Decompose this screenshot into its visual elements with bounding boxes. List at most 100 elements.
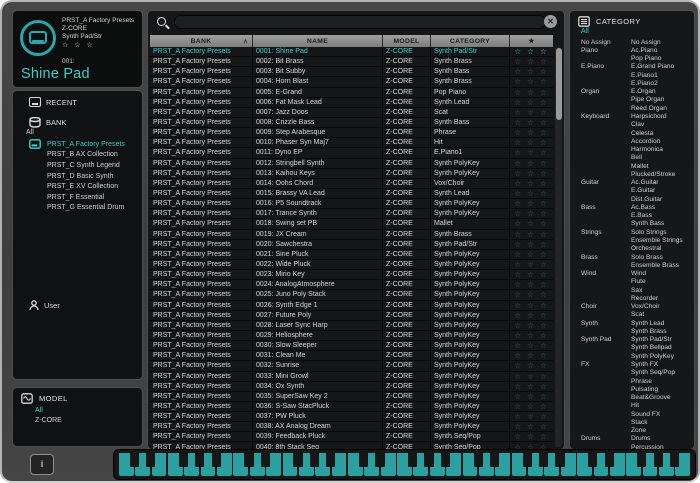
clear-search-button[interactable]: ✕ <box>544 15 557 28</box>
category-row[interactable]: Celesta <box>581 129 690 137</box>
table-row[interactable]: PRST_A Factory Presets0031: Clean MeZ-CO… <box>150 351 553 361</box>
category-row[interactable]: DrumsDrums <box>581 435 690 443</box>
model-item[interactable]: All <box>13 406 142 416</box>
category-row[interactable]: WindWind <box>581 269 690 277</box>
table-row[interactable]: PRST_A Factory Presets0033: Mini GrowlZ-… <box>150 372 553 382</box>
cell-rating-stars[interactable]: ☆ ☆ ☆ <box>510 422 553 431</box>
piano-black-key[interactable] <box>523 453 532 467</box>
category-row[interactable]: Sound FX <box>581 410 690 418</box>
category-row[interactable]: Synth Bass <box>581 220 690 228</box>
cell-rating-stars[interactable]: ☆ ☆ ☆ <box>510 392 553 401</box>
cell-rating-stars[interactable]: ☆ ☆ ☆ <box>510 209 553 218</box>
table-row[interactable]: PRST_A Factory Presets0039: Feedback Plu… <box>150 432 553 442</box>
piano-black-key[interactable] <box>539 453 548 467</box>
column-header-rating[interactable]: ★ <box>510 35 553 47</box>
table-row[interactable]: PRST_A Factory Presets0003: Bit SubbyZ-C… <box>150 67 553 77</box>
cell-rating-stars[interactable]: ☆ ☆ ☆ <box>510 341 553 350</box>
category-row[interactable]: E.Piano2 <box>581 79 690 87</box>
piano-black-key[interactable] <box>326 453 335 467</box>
table-row[interactable]: PRST_A Factory Presets0014: Oohs ChordZ-… <box>150 179 553 189</box>
piano-black-key[interactable] <box>555 453 564 467</box>
cell-rating-stars[interactable]: ☆ ☆ ☆ <box>510 372 553 381</box>
category-row[interactable]: E.PianoE.Grand Piano <box>581 63 690 71</box>
recent-node[interactable]: RECENT <box>29 97 77 107</box>
piano-black-key[interactable] <box>588 453 597 467</box>
bank-node[interactable]: BANK <box>29 117 66 128</box>
category-row[interactable]: Phrase <box>581 377 690 385</box>
piano-black-key[interactable] <box>654 453 663 467</box>
cell-rating-stars[interactable]: ☆ ☆ ☆ <box>510 260 553 269</box>
table-row[interactable]: PRST_A Factory Presets0032: SunriseZ-COR… <box>150 361 553 371</box>
table-row[interactable]: PRST_A Factory Presets0028: Laser Sync H… <box>150 321 553 331</box>
category-row[interactable]: Synth PolyKey <box>581 352 690 360</box>
display-rating-stars[interactable]: ☆ ☆ ☆ <box>62 42 134 50</box>
bank-tree-item[interactable]: PRST_C Synth Legend <box>13 160 142 171</box>
category-row[interactable]: KeyboardHarpsichord <box>581 112 690 120</box>
category-row[interactable]: PianoAc.Piano <box>581 46 690 54</box>
piano-black-key[interactable] <box>637 453 646 467</box>
cell-rating-stars[interactable]: ☆ ☆ ☆ <box>510 280 553 289</box>
piano-black-key[interactable] <box>441 453 450 467</box>
table-row[interactable]: PRST_A Factory Presets0008: Crizzle Bass… <box>150 118 553 128</box>
piano-black-key[interactable] <box>424 453 433 467</box>
piano-black-key[interactable] <box>670 453 679 467</box>
piano-black-key[interactable] <box>244 453 253 467</box>
table-row[interactable]: PRST_A Factory Presets0026: Synth Edge 1… <box>150 301 553 311</box>
category-row[interactable]: Scat <box>581 311 690 319</box>
piano-black-key[interactable] <box>359 453 368 467</box>
category-row[interactable]: Sax <box>581 286 690 294</box>
cell-rating-stars[interactable]: ☆ ☆ ☆ <box>510 189 553 198</box>
cell-rating-stars[interactable]: ☆ ☆ ☆ <box>510 301 553 310</box>
cell-rating-stars[interactable]: ☆ ☆ ☆ <box>510 199 553 208</box>
category-row[interactable]: No AssignNo Assign <box>581 38 690 46</box>
table-row[interactable]: PRST_A Factory Presets0016: P5 Soundtrac… <box>150 199 553 209</box>
category-row[interactable]: BassAc.Bass <box>581 203 690 211</box>
piano-black-key[interactable] <box>179 453 188 467</box>
table-row[interactable]: PRST_A Factory Presets0007: Jazz DoosZ-C… <box>150 108 553 118</box>
table-row[interactable]: PRST_A Factory Presets0020: SawchestraZ-… <box>150 240 553 250</box>
table-row[interactable]: PRST_A Factory Presets0002: Bit BrassZ-C… <box>150 57 553 67</box>
table-row[interactable]: PRST_A Factory Presets0029: HeliosphereZ… <box>150 331 553 341</box>
info-button[interactable]: i <box>30 454 54 475</box>
category-row[interactable]: BrassSolo Brass <box>581 253 690 261</box>
cell-rating-stars[interactable]: ☆ ☆ ☆ <box>510 290 553 299</box>
column-header-model[interactable]: MODEL <box>383 35 431 47</box>
category-row[interactable]: Bell <box>581 154 690 162</box>
cell-rating-stars[interactable]: ☆ ☆ ☆ <box>510 138 553 147</box>
table-row[interactable]: PRST_A Factory Presets0010: Phaser Syn M… <box>150 138 553 148</box>
table-row[interactable]: PRST_A Factory Presets0030: Slow Sleeper… <box>150 341 553 351</box>
table-row[interactable]: PRST_A Factory Presets0023: Mirio KeyZ-C… <box>150 270 553 280</box>
cell-rating-stars[interactable]: ☆ ☆ ☆ <box>510 382 553 391</box>
bank-tree-item[interactable]: PRST_E XV Collection <box>13 181 142 192</box>
category-row[interactable]: Synth Seq/Pop <box>581 369 690 377</box>
cell-rating-stars[interactable]: ☆ ☆ ☆ <box>510 270 553 279</box>
cell-rating-stars[interactable]: ☆ ☆ ☆ <box>510 250 553 259</box>
table-row[interactable]: PRST_A Factory Presets0018: Swing set PB… <box>150 219 553 229</box>
cell-rating-stars[interactable]: ☆ ☆ ☆ <box>510 128 553 137</box>
category-row[interactable]: E.Bass <box>581 212 690 220</box>
table-row[interactable]: PRST_A Factory Presets0013: Kaihou KeysZ… <box>150 169 553 179</box>
cell-rating-stars[interactable]: ☆ ☆ ☆ <box>510 351 553 360</box>
category-row[interactable]: Harmonica <box>581 145 690 153</box>
table-row[interactable]: PRST_A Factory Presets0034: Ox SynthZ-CO… <box>150 382 553 392</box>
cell-rating-stars[interactable]: ☆ ☆ ☆ <box>510 432 553 441</box>
table-row[interactable]: PRST_A Factory Presets0009: Step Arabesq… <box>150 128 553 138</box>
category-row[interactable]: Clav <box>581 121 690 129</box>
table-row[interactable]: PRST_A Factory Presets0037: PW PluckZ-CO… <box>150 412 553 422</box>
cell-rating-stars[interactable]: ☆ ☆ ☆ <box>510 98 553 107</box>
table-row[interactable]: PRST_A Factory Presets0006: Fat Mask Lea… <box>150 98 553 108</box>
model-item[interactable]: Z-CORE <box>13 416 142 426</box>
table-row[interactable]: PRST_A Factory Presets0024: AnalogAtmosp… <box>150 280 553 290</box>
table-row[interactable]: PRST_A Factory Presets0011: Dyno EPZ-COR… <box>150 148 553 158</box>
piano-black-key[interactable] <box>195 453 204 467</box>
piano-black-key[interactable] <box>130 453 139 467</box>
column-header-name[interactable]: NAME <box>253 35 383 47</box>
category-row[interactable]: Flute <box>581 278 690 286</box>
category-row[interactable]: Synth PadSynth Pad/Str <box>581 336 690 344</box>
cell-rating-stars[interactable]: ☆ ☆ ☆ <box>510 159 553 168</box>
category-row[interactable]: FXSynth FX <box>581 360 690 368</box>
table-row[interactable]: PRST_A Factory Presets0021: Sine PluckZ-… <box>150 250 553 260</box>
table-row[interactable]: PRST_A Factory Presets0017: Trance Synth… <box>150 209 553 219</box>
category-row[interactable]: Mallet <box>581 162 690 170</box>
piano-black-key[interactable] <box>261 453 270 467</box>
